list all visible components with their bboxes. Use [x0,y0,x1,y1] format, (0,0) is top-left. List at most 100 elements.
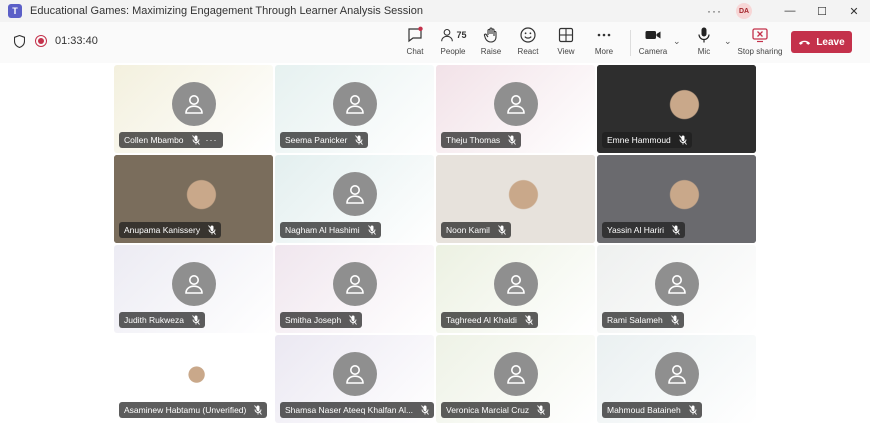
muted-mic-icon [367,225,376,235]
people-label: People [440,47,466,56]
maximize-button[interactable]: ☐ [806,5,838,18]
more-button[interactable]: More [582,26,626,56]
grid-view-icon [558,27,574,43]
leave-button[interactable]: Leave [791,31,852,53]
participant-name: Smitha Joseph [285,315,342,325]
participant-name: Asaminew Habtamu (Unverified) [124,405,247,415]
participant-name: Taghreed Al Khaldi [446,315,517,325]
avatar-placeholder-icon [332,352,377,396]
hang-up-icon [799,40,811,45]
muted-mic-icon [688,405,697,415]
participant-name: Mahmoud Bataineh [607,405,681,415]
avatar-placeholder-icon [332,262,377,306]
muted-mic-icon [498,225,506,235]
share-label: Stop sharing [737,47,783,56]
shield-icon[interactable] [14,35,25,48]
raise-label: Raise [480,47,502,56]
participant-name-chip: Noon Kamil [441,222,511,238]
avatar-placeholder-icon [171,262,216,306]
participant-name-chip: Mahmoud Bataineh [602,402,702,418]
participant-name-chip: Asaminew Habtamu (Unverified) [119,402,268,418]
meeting-toolbar: 01:33:40 Chat 75 People Raise React View… [0,22,870,64]
avatar-placeholder-icon [654,352,699,396]
camera-label: Camera [638,47,668,56]
people-icon [441,28,454,42]
muted-mic-icon [355,135,364,145]
chat-icon [408,26,423,43]
avatar-placeholder-icon [332,82,377,126]
microphone-icon [698,27,710,43]
participant-name-chip: Judith Rukweza [119,312,206,328]
participant-name-chip: Smitha Joseph [280,312,363,328]
muted-mic-icon [208,225,216,235]
camera-icon [645,31,661,39]
recording-icon [35,35,47,47]
ellipsis-icon [597,33,611,37]
participant-name-chip: Taghreed Al Khaldi [441,312,538,328]
participant-name: Veronica Marcial Cruz [446,405,530,415]
muted-mic-icon [191,135,200,145]
stop-share-icon [752,28,768,43]
participant-name: Judith Rukweza [124,315,185,325]
avatar-placeholder-icon [171,82,216,126]
minimize-button[interactable]: — [774,5,806,17]
participant-name-chip: Yassin Al Hariri [602,222,685,238]
participant-name-chip: Nagham Al Hashimi [280,222,381,238]
mic-label: Mic [697,47,711,56]
participant-more-icon[interactable]: ··· [206,135,218,145]
muted-mic-icon [678,135,687,145]
avatar-placeholder-icon [654,262,699,306]
smiley-icon [520,27,536,43]
muted-mic-icon [508,135,517,145]
hand-icon [483,27,497,43]
participant-name: Emne Hammoud [607,135,671,145]
avatar-placeholder-icon [332,172,377,216]
participant-name-chip: Theju Thomas [441,132,522,148]
muted-mic-icon [254,405,263,415]
camera-button[interactable]: Camera [631,26,675,56]
more-label: More [594,47,614,56]
participant-name: Nagham Al Hashimi [285,225,360,235]
react-label: React [517,47,539,56]
participant-name-chip: Emne Hammoud [602,132,692,148]
mic-button[interactable]: Mic [682,26,726,56]
stop-sharing-button[interactable]: Stop sharing [738,26,782,56]
muted-mic-icon [421,405,429,415]
more-options-icon[interactable]: ··· [707,4,722,18]
participant-name-chip: Veronica Marcial Cruz [441,402,551,418]
participant-name-chip: Anupama Kanissery [119,222,222,238]
window-title: Educational Games: Maximizing Engagement… [30,5,423,17]
video-grid: Collen Mbambo ··· Seema Panicker Theju Thom… [0,63,870,435]
muted-mic-icon [349,315,358,325]
camera-options-chevron-icon[interactable]: ⌄ [673,36,681,47]
title-bar: T Educational Games: Maximizing Engageme… [0,0,870,22]
chat-label: Chat [406,47,424,56]
participant-name-chip: Seema Panicker [280,132,369,148]
participant-name: Yassin Al Hariri [607,225,664,235]
avatar-placeholder-icon [493,352,538,396]
participant-name: Theju Thomas [446,135,501,145]
participant-name-chip: Collen Mbambo ··· [119,132,223,148]
participant-name: Collen Mbambo [124,135,184,145]
people-count: 75 [456,30,467,40]
muted-mic-icon [537,405,545,415]
leave-label: Leave [816,36,845,48]
muted-mic-icon [525,315,533,325]
close-window-button[interactable]: ✕ [838,5,870,18]
view-label: View [557,47,575,56]
participant-name-chip: Rami Salameh [602,312,684,328]
meeting-timer: 01:33:40 [55,35,98,47]
user-avatar[interactable]: DA [736,3,752,19]
mic-options-chevron-icon[interactable]: ⌄ [724,36,732,47]
muted-mic-icon [192,315,200,325]
avatar-placeholder-icon [493,82,538,126]
participant-name: Shamsa Naser Ateeq Khalfan Al... [285,405,414,415]
participant-name-chip: Shamsa Naser Ateeq Khalfan Al... [280,402,435,418]
participant-name: Seema Panicker [285,135,348,145]
muted-mic-icon [670,315,679,325]
muted-mic-icon [672,225,680,235]
participant-name: Anupama Kanissery [124,225,201,235]
avatar-placeholder-icon [493,262,538,306]
participant-name: Noon Kamil [446,225,490,235]
teams-logo-icon: T [8,4,22,18]
